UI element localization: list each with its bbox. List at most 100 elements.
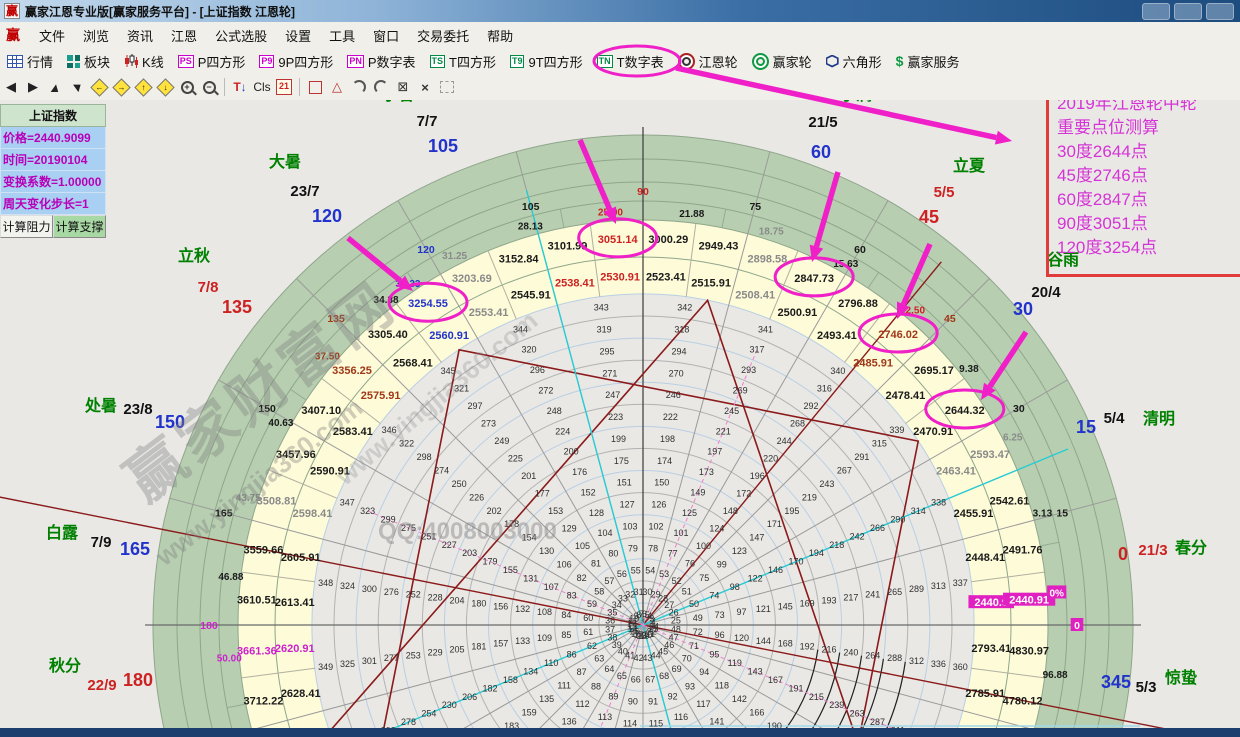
svg-text:3661.36: 3661.36: [237, 645, 277, 657]
menu-item-4[interactable]: 公式选股: [206, 23, 276, 48]
svg-text:3508.81: 3508.81: [257, 496, 297, 508]
svg-text:338: 338: [931, 498, 946, 508]
toolbar-button-blocks[interactable]: 板块: [60, 50, 117, 73]
toolbar-button-ts[interactable]: TST四方形: [423, 50, 503, 73]
svg-text:59: 59: [587, 599, 597, 609]
diamond-right-icon[interactable]: →: [110, 77, 132, 97]
triangle-tool-icon[interactable]: △: [326, 77, 348, 97]
menu-item-5[interactable]: 设置: [276, 23, 320, 48]
svg-text:2553.41: 2553.41: [469, 307, 509, 319]
svg-text:135: 135: [327, 313, 345, 325]
toolbar-button-table[interactable]: 行情: [0, 50, 60, 73]
svg-text:96.88: 96.88: [1043, 670, 1068, 681]
svg-text:74: 74: [709, 590, 719, 600]
svg-text:9.38: 9.38: [959, 364, 979, 375]
svg-text:53: 53: [659, 569, 669, 579]
svg-text:135: 135: [539, 694, 554, 704]
svg-text:3203.69: 3203.69: [452, 273, 492, 285]
box-x-icon[interactable]: ⊠: [392, 77, 414, 97]
svg-text:278: 278: [401, 717, 416, 727]
minimize-button[interactable]: [1142, 3, 1170, 20]
svg-text:144: 144: [756, 636, 771, 646]
svg-text:223: 223: [608, 412, 623, 422]
toolbar-separator: [224, 78, 225, 96]
arc-ccw-icon[interactable]: [370, 77, 392, 97]
diamond-up-icon[interactable]: ↑: [132, 77, 154, 97]
toolbar-button-p9[interactable]: P99P四方形: [252, 50, 340, 73]
svg-text:2455.91: 2455.91: [954, 508, 994, 520]
svg-text:243: 243: [819, 479, 834, 489]
nav-left-icon[interactable]: ◀: [0, 77, 22, 97]
svg-text:2796.88: 2796.88: [838, 298, 878, 310]
svg-text:294: 294: [671, 346, 686, 356]
toolbar-button-service[interactable]: $赢家服务: [889, 50, 967, 73]
svg-text:82: 82: [577, 573, 587, 583]
svg-text:311: 311: [891, 726, 905, 728]
index-name: 上证指数: [0, 104, 106, 127]
menu-item-7[interactable]: 窗口: [364, 23, 408, 48]
svg-text:2847.73: 2847.73: [794, 273, 834, 285]
zoom-in-icon[interactable]: +: [176, 77, 198, 97]
toolbar-button-hexagon[interactable]: 六角形: [819, 50, 889, 73]
svg-text:226: 226: [469, 492, 484, 502]
svg-text:100: 100: [696, 541, 711, 551]
nav-up-icon[interactable]: ▲: [44, 77, 66, 97]
toolbar-button-gann-wheel[interactable]: 江恩轮: [671, 50, 745, 73]
toolbar-separator: [299, 78, 300, 96]
svg-text:2575.91: 2575.91: [361, 390, 401, 402]
cross-arrows-icon[interactable]: ×: [414, 77, 436, 97]
svg-text:64: 64: [604, 664, 614, 674]
chart-area[interactable]: 1234567891011121314151617181920212223242…: [0, 100, 1240, 728]
diamond-down-icon[interactable]: ↓: [154, 77, 176, 97]
svg-text:272: 272: [538, 385, 553, 395]
nav-right-icon[interactable]: ▶: [22, 77, 44, 97]
menu-item-8[interactable]: 交易委托: [408, 23, 478, 48]
svg-text:105: 105: [575, 541, 590, 551]
svg-text:249: 249: [494, 436, 509, 446]
svg-text:65: 65: [617, 671, 627, 681]
menu-item-1[interactable]: 浏览: [74, 23, 118, 48]
svg-text:171: 171: [767, 519, 782, 529]
calc-resistance-button[interactable]: 计算阻力: [0, 215, 53, 238]
svg-text:15.63: 15.63: [833, 259, 858, 270]
zoom-out-icon[interactable]: −: [198, 77, 220, 97]
toolbar-button-t9[interactable]: T99T四方形: [503, 50, 590, 73]
menu-item-0[interactable]: 文件: [30, 23, 74, 48]
toolbar-button-tn[interactable]: TNT数字表: [590, 50, 671, 73]
svg-text:2500.91: 2500.91: [777, 307, 817, 319]
svg-text:75: 75: [749, 201, 761, 213]
toolbar-button-ps[interactable]: PSP四方形: [171, 50, 253, 73]
svg-text:293: 293: [741, 365, 756, 375]
svg-text:225: 225: [508, 454, 523, 464]
info-row-3: 周天变化步长=1: [0, 193, 106, 215]
svg-text:2545.91: 2545.91: [511, 290, 551, 302]
nav-down-icon[interactable]: ▼: [66, 77, 88, 97]
calendar-icon[interactable]: 21: [273, 77, 295, 97]
svg-text:2598.41: 2598.41: [293, 508, 333, 520]
dashed-select-icon[interactable]: [436, 77, 458, 97]
menu-item-2[interactable]: 资讯: [118, 23, 162, 48]
menu-item-3[interactable]: 江恩: [162, 23, 206, 48]
svg-text:21/5: 21/5: [808, 114, 837, 131]
svg-text:45: 45: [919, 207, 939, 227]
window-controls: [1142, 3, 1234, 20]
arc-cw-icon[interactable]: [348, 77, 370, 97]
t-updown-icon[interactable]: T↓: [229, 77, 251, 97]
menu-item-9[interactable]: 帮助: [478, 23, 522, 48]
svg-text:3457.96: 3457.96: [276, 449, 316, 461]
toolbar-button-pn[interactable]: PNP数字表: [340, 50, 422, 73]
app-window: 赢 赢家江恩专业版[赢家服务平台] - [上证指数 江恩轮] 赢 文件浏览资讯江…: [0, 0, 1240, 737]
toolbar-button-winner-wheel[interactable]: 赢家轮: [745, 50, 819, 73]
rect-tool-icon[interactable]: [304, 77, 326, 97]
svg-text:241: 241: [865, 590, 880, 600]
close-button[interactable]: [1206, 3, 1234, 20]
title-bar[interactable]: 赢 赢家江恩专业版[赢家服务平台] - [上证指数 江恩轮]: [0, 0, 1240, 22]
maximize-button[interactable]: [1174, 3, 1202, 20]
toolbar-button-candlestick[interactable]: K线: [117, 50, 171, 73]
menu-item-6[interactable]: 工具: [320, 23, 364, 48]
calc-support-button[interactable]: 计算支撑: [53, 215, 106, 238]
svg-text:2644.32: 2644.32: [945, 405, 985, 417]
toolbar-button-label: P四方形: [198, 52, 246, 71]
diamond-left-icon[interactable]: ←: [88, 77, 110, 97]
cls-icon[interactable]: Cls: [251, 77, 273, 97]
